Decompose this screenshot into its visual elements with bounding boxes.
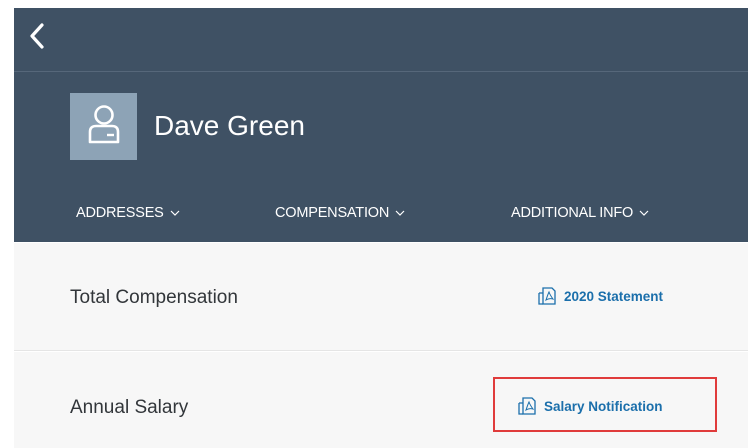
tab-addresses[interactable]: ADDRESSES <box>76 198 180 228</box>
avatar <box>70 93 137 160</box>
link-label: Salary Notification <box>544 398 663 414</box>
chevron-down-icon <box>395 210 405 216</box>
tab-compensation[interactable]: COMPENSATION <box>275 198 405 228</box>
tab-bar: ADDRESSES COMPENSATION ADDITIONAL INFO <box>14 198 748 228</box>
back-button[interactable] <box>20 18 54 58</box>
list-item: Total Compensation 2020 Statement <box>14 243 748 351</box>
app-frame: Dave Green ADDRESSES COMPENSATION ADDITI… <box>0 0 748 448</box>
list-item: Annual Salary Salary Notification <box>14 352 748 448</box>
row-label-annual-salary: Annual Salary <box>70 397 189 418</box>
person-icon <box>87 104 121 149</box>
employee-header: Dave Green ADDRESSES COMPENSATION ADDITI… <box>14 8 748 242</box>
tab-label: ADDITIONAL INFO <box>511 205 634 221</box>
chevron-down-icon <box>170 210 180 216</box>
link-label: 2020 Statement <box>564 288 664 304</box>
row-label-total-compensation: Total Compensation <box>70 287 238 308</box>
salary-notification-link[interactable]: Salary Notification <box>518 397 663 415</box>
top-bar <box>14 8 748 72</box>
chevron-down-icon <box>639 210 649 216</box>
tab-label: ADDRESSES <box>76 205 164 221</box>
chevron-left-icon <box>29 22 45 54</box>
employee-name: Dave Green <box>154 110 305 141</box>
pdf-document-icon <box>538 287 556 305</box>
statement-link[interactable]: 2020 Statement <box>538 287 663 305</box>
tab-additional-info[interactable]: ADDITIONAL INFO <box>511 198 649 228</box>
pdf-document-icon <box>518 397 536 415</box>
left-margin <box>0 0 14 448</box>
tab-label: COMPENSATION <box>275 205 390 221</box>
